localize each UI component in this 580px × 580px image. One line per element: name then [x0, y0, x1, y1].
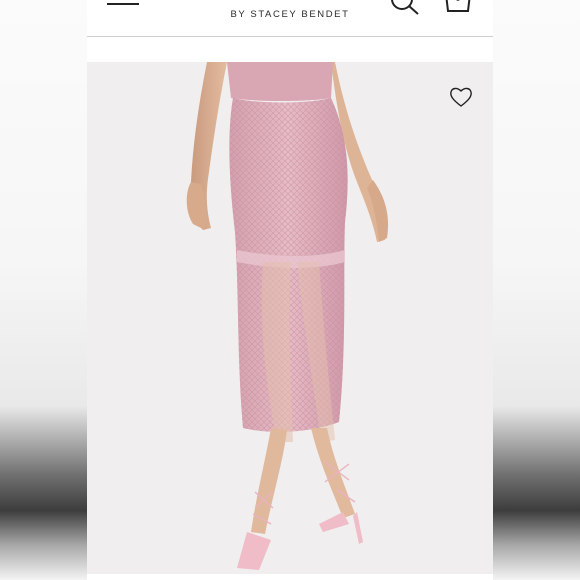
right-blur-band — [493, 0, 580, 580]
mobile-page: BY STACEY BENDET 0 — [87, 0, 493, 580]
left-blur-band — [0, 0, 87, 580]
shopping-bag-icon[interactable]: 0 — [443, 0, 473, 14]
search-icon[interactable] — [385, 0, 421, 16]
product-image[interactable] — [87, 62, 493, 574]
hamburger-menu-icon[interactable] — [107, 0, 139, 8]
product-photo — [87, 62, 493, 574]
menu-line — [107, 3, 139, 5]
site-header: BY STACEY BENDET 0 — [87, 0, 493, 37]
heart-icon[interactable] — [449, 86, 473, 108]
bag-count: 0 — [443, 0, 473, 3]
brand-subtitle[interactable]: BY STACEY BENDET — [87, 9, 493, 20]
